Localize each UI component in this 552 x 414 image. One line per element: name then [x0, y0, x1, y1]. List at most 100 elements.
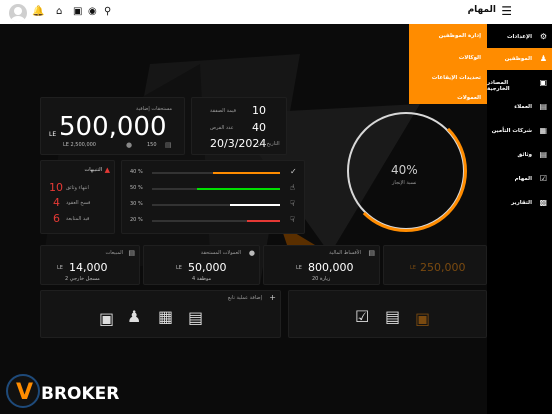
- alert-label: فسخ العقود: [66, 200, 91, 206]
- folder-user-icon: ▤: [539, 102, 547, 111]
- progress-bar-fill: [246, 220, 280, 222]
- alert-label: قيد المتابعة: [66, 216, 90, 222]
- sidebar-item-label: الموظفين: [504, 56, 532, 62]
- summary-currency: LE: [296, 265, 302, 271]
- bell-icon[interactable]: 🔔: [32, 4, 44, 20]
- save-icon[interactable]: ▣: [73, 4, 82, 20]
- top-bar: 🔔 ⌂ ▣ ◉ ⚲ المهام ☰: [0, 0, 552, 24]
- progress-bar-fill: [230, 204, 280, 206]
- sidebar-item-label: العملاء: [514, 104, 532, 110]
- avatar[interactable]: [9, 4, 27, 22]
- sidebar-item-settings[interactable]: الإعدادات ⚙: [487, 26, 552, 48]
- page-title: المهام: [467, 5, 496, 15]
- progress-bar: [152, 172, 280, 174]
- quick-actions-card: إضافة عملية تابع + ▣ ♟ ▦ ▤: [40, 290, 281, 338]
- sidebar: الإعدادات ⚙ الموظفين ♟ المصادر الخارجية …: [487, 24, 552, 414]
- summary-currency: LE: [410, 265, 416, 271]
- progress-label: 20 %: [130, 217, 143, 223]
- donut-label: نسبة الإنجاز: [392, 180, 417, 186]
- submenu-item[interactable]: تحديدات الإيقاعات: [432, 75, 481, 81]
- sidebar-item-label: الإعدادات: [506, 34, 532, 40]
- quick-actions-title: إضافة عملية تابع: [227, 295, 262, 301]
- summary-amount: 800,000: [308, 261, 354, 274]
- progress-bar: [152, 188, 280, 190]
- sidebar-item-label: التقارير: [511, 200, 532, 206]
- card-icon: ▤: [165, 141, 172, 149]
- sidebar-item-insurance[interactable]: شركات التأمين ▦: [487, 120, 552, 142]
- sidebar-item-reports[interactable]: التقارير ▩: [487, 192, 552, 214]
- revenue-amount: 500,000: [59, 112, 167, 142]
- summary-sub: 2 مسجل خارجي: [65, 276, 100, 282]
- revenue-currency: LE: [49, 131, 57, 138]
- stats-card: 10 قيمة الصفقة 40 عدد الفرص 20/3/2024 ال…: [191, 97, 287, 155]
- summary-card: 250,000 LE: [383, 245, 487, 285]
- users-icon: ●: [248, 249, 255, 257]
- alert-value: 6: [53, 212, 60, 225]
- folder-icon: ▤: [368, 249, 375, 257]
- progress-label: 40 %: [130, 169, 143, 175]
- sidebar-item-tasks[interactable]: المهام ☑: [487, 168, 552, 190]
- logo-text: BROKER: [41, 384, 119, 404]
- clipboard-icon: ▤: [128, 249, 135, 257]
- submenu-item[interactable]: العمولات: [457, 95, 481, 101]
- revenue-sub-count: 150: [147, 142, 157, 148]
- summary-card: المبيعات ▤ 14,000 LE 2 مسجل خارجي: [40, 245, 140, 285]
- logo-letter: V: [16, 380, 33, 405]
- thumbs-up-icon: ☝: [290, 183, 295, 192]
- summary-title: الأقساط المالية: [329, 250, 361, 256]
- building-icon[interactable]: ▦: [158, 307, 173, 326]
- check-icon: ✓: [290, 167, 297, 176]
- stats-row1-label: قيمة الصفقة: [210, 108, 237, 114]
- progress-label: 50 %: [130, 185, 143, 191]
- summary-amount: 14,000: [69, 261, 108, 274]
- sidebar-item-label: شركات التأمين: [491, 128, 532, 134]
- alert-value: 10: [49, 181, 63, 194]
- summary-currency: LE: [57, 265, 63, 271]
- hamburger-icon[interactable]: ☰: [501, 4, 512, 18]
- users-icon[interactable]: ♟: [127, 307, 141, 326]
- progress-label: 30 %: [130, 201, 143, 207]
- building-icon: ▦: [539, 126, 547, 135]
- broker-logo: V BROKER: [6, 374, 119, 408]
- summary-sub: 20 زيارة: [312, 276, 331, 282]
- progress-bar-fill: [213, 172, 280, 174]
- summary-amount: 250,000: [420, 261, 466, 274]
- globe-icon[interactable]: ◉: [88, 4, 97, 20]
- sidebar-item-external-sources[interactable]: المصادر الخارجية ▣: [487, 72, 552, 94]
- submenu-panel: إدارة الموظفين الوكالات تحديدات الإيقاعا…: [409, 24, 487, 104]
- clipboard-icon: ▤: [539, 150, 547, 159]
- summary-title: المبيعات: [105, 250, 123, 256]
- gear-icon: ⚙: [539, 32, 547, 41]
- home-icon[interactable]: ⌂: [56, 4, 62, 20]
- submenu-item[interactable]: الوكالات: [459, 55, 481, 61]
- progress-card: 40 % ✓ 50 % ☝ 30 % ☟ 20 % ☟: [121, 160, 305, 234]
- alert-value: 4: [53, 196, 60, 209]
- alerts-title: التنبيهات: [84, 167, 102, 173]
- sidebar-item-clients[interactable]: العملاء ▤: [487, 96, 552, 118]
- folder-user-icon[interactable]: ▤: [188, 308, 203, 327]
- search-icon[interactable]: ⚲: [104, 4, 111, 20]
- summary-currency: LE: [176, 265, 182, 271]
- calendar-check-icon[interactable]: ☑: [355, 307, 369, 326]
- summary-sub: 4 موظفة: [192, 276, 212, 282]
- inbox-icon[interactable]: ▣: [415, 309, 430, 328]
- summary-card: العمولات المستحقة ● 50,000 LE 4 موظفة: [143, 245, 260, 285]
- stats-row1-value: 10: [252, 104, 266, 117]
- sidebar-item-employees[interactable]: الموظفين ♟: [487, 48, 552, 70]
- sidebar-item-label: المهام: [514, 176, 532, 182]
- submenu-item[interactable]: إدارة الموظفين: [439, 33, 481, 39]
- clipboard-icon[interactable]: ▤: [385, 307, 400, 326]
- plus-icon[interactable]: +: [269, 293, 276, 302]
- chart-icon: ▩: [539, 198, 547, 207]
- quick-actions-card: ☑ ▤ ▣: [288, 290, 487, 338]
- alerts-card: التنبيهات ▲ 10 انتهاء وثائق 4 فسخ العقود…: [40, 160, 115, 234]
- inbox-icon[interactable]: ▣: [99, 309, 114, 328]
- stats-row2-value: 40: [252, 121, 266, 134]
- progress-bar-fill: [196, 188, 280, 190]
- thumbs-down-icon: ☟: [290, 199, 295, 208]
- stats-row2-label: عدد الفرص: [210, 125, 234, 131]
- sidebar-item-documents[interactable]: وثائق ▤: [487, 144, 552, 166]
- summary-amount: 50,000: [188, 261, 227, 274]
- inbox-icon: ▣: [539, 78, 547, 87]
- summary-title: العمولات المستحقة: [200, 250, 241, 256]
